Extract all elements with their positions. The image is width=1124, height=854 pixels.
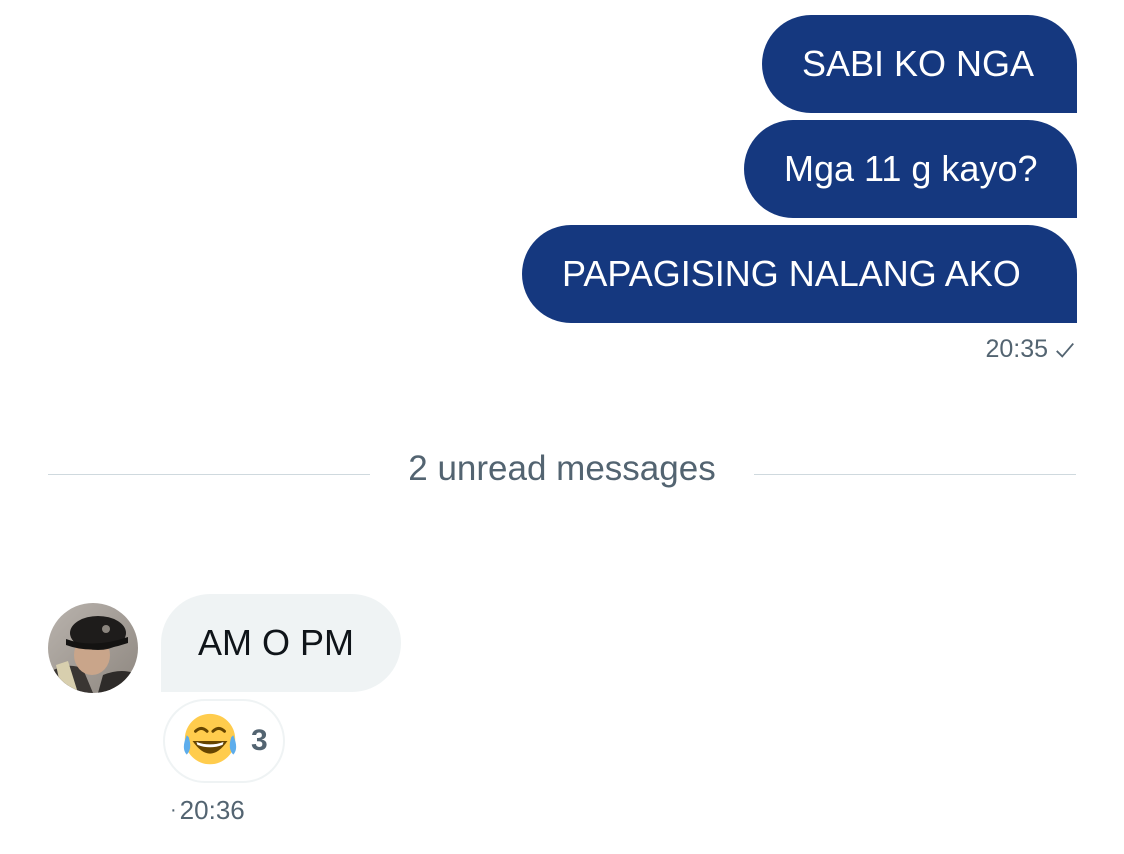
unread-messages-divider: 2 unread messages — [408, 449, 716, 488]
message-timestamp: 20:36 — [179, 795, 245, 825]
face-with-tears-of-joy-icon — [183, 713, 237, 765]
message-text: AM O PM — [198, 622, 355, 663]
user-avatar-icon — [48, 603, 138, 693]
meta-separator: · — [170, 799, 177, 821]
reaction-button[interactable]: 3 — [163, 699, 285, 783]
sent-message-bubble[interactable]: PAPAGISING NALANG AKO — [522, 225, 1077, 323]
message-text: SABI KO NGA — [802, 43, 1035, 84]
received-message-meta: · 20:36 — [170, 795, 245, 826]
sent-message-meta: 20:35 — [985, 335, 1076, 364]
check-icon — [1056, 342, 1074, 358]
divider-line-left — [48, 474, 370, 475]
sent-message-bubble[interactable]: Mga 11 g kayo? — [744, 120, 1077, 218]
message-text: Mga 11 g kayo? — [784, 148, 1038, 189]
message-timestamp: 20:35 — [985, 335, 1048, 363]
sent-message-bubble[interactable]: SABI KO NGA — [762, 15, 1077, 113]
divider-line-right — [754, 474, 1076, 475]
message-text: PAPAGISING NALANG AKO — [562, 253, 1021, 294]
reaction-count: 3 — [251, 724, 268, 757]
avatar[interactable] — [48, 603, 138, 693]
received-message-bubble[interactable]: AM O PM — [161, 594, 401, 692]
